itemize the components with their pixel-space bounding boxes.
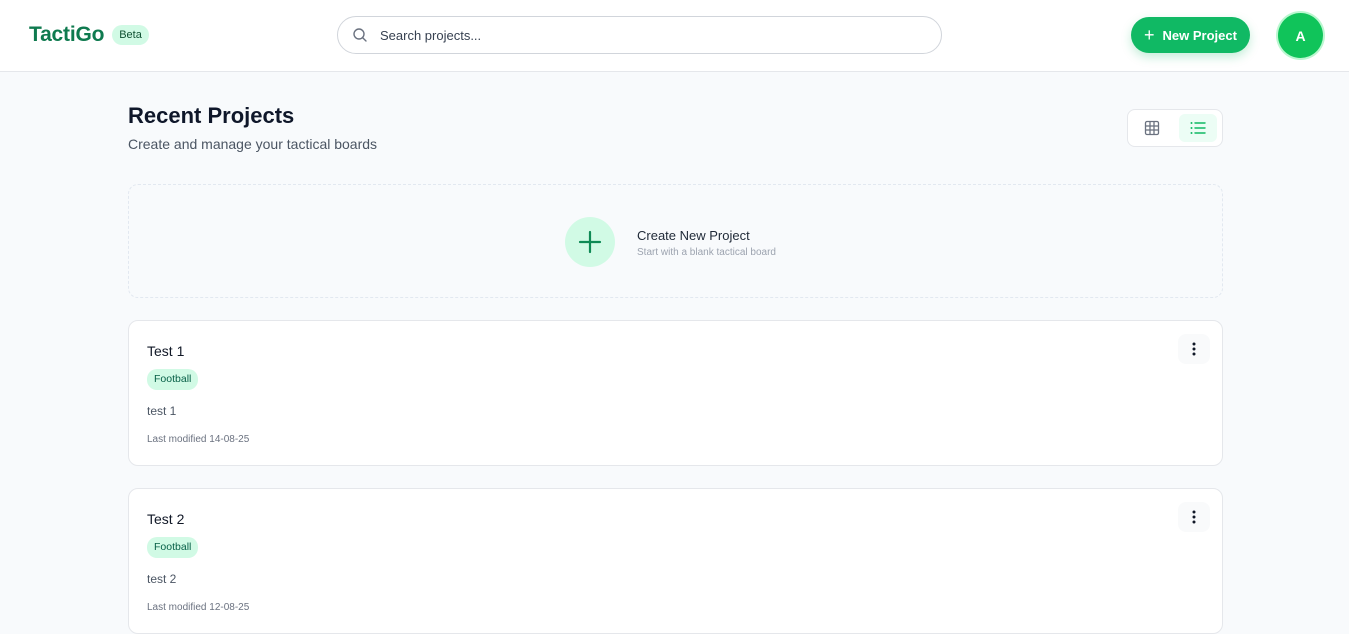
project-description: test 1 [147,404,177,418]
project-card[interactable]: Test 2 Football test 2 Last modified 12-… [128,488,1223,634]
project-menu-button[interactable] [1178,334,1210,364]
more-vertical-icon [1192,342,1196,356]
brand[interactable]: TactiGo Beta [29,23,149,47]
plus-icon: + [1144,25,1155,45]
project-modified-date: Last modified 12-08-25 [147,602,250,613]
new-project-label: New Project [1162,27,1237,43]
page-subtitle: Create and manage your tactical boards [128,136,378,152]
brand-logo-text: TactiGo [29,23,105,46]
project-card[interactable]: Test 1 Football test 1 Last modified 14-… [128,320,1223,466]
top-bar: TactiGo Beta + New Project A [0,0,1349,72]
search-bar [337,16,942,54]
list-icon [1190,122,1206,134]
project-title: Test 1 [147,343,185,359]
search-input[interactable] [380,17,920,53]
new-project-button[interactable]: + New Project [1131,17,1250,53]
user-avatar[interactable]: A [1278,13,1323,58]
view-toggle [1127,109,1223,147]
create-project-icon-circle [565,217,615,267]
list-view-button[interactable] [1179,114,1217,142]
grid-icon [1144,120,1160,136]
project-title: Test 2 [147,511,185,527]
project-menu-button[interactable] [1178,502,1210,532]
project-description: test 2 [147,572,177,586]
beta-badge: Beta [112,25,149,45]
create-project-card[interactable]: Create New Project Start with a blank ta… [128,184,1223,298]
create-project-title: Create New Project [637,228,750,243]
project-sport-tag: Football [147,369,199,390]
project-modified-date: Last modified 14-08-25 [147,434,250,445]
more-vertical-icon [1192,510,1196,524]
create-project-subtitle: Start with a blank tactical board [637,247,776,258]
page-title: Recent Projects [128,103,295,128]
project-sport-tag: Football [147,537,199,558]
plus-icon [578,230,602,254]
grid-view-button[interactable] [1133,114,1171,142]
search-icon [353,28,367,42]
